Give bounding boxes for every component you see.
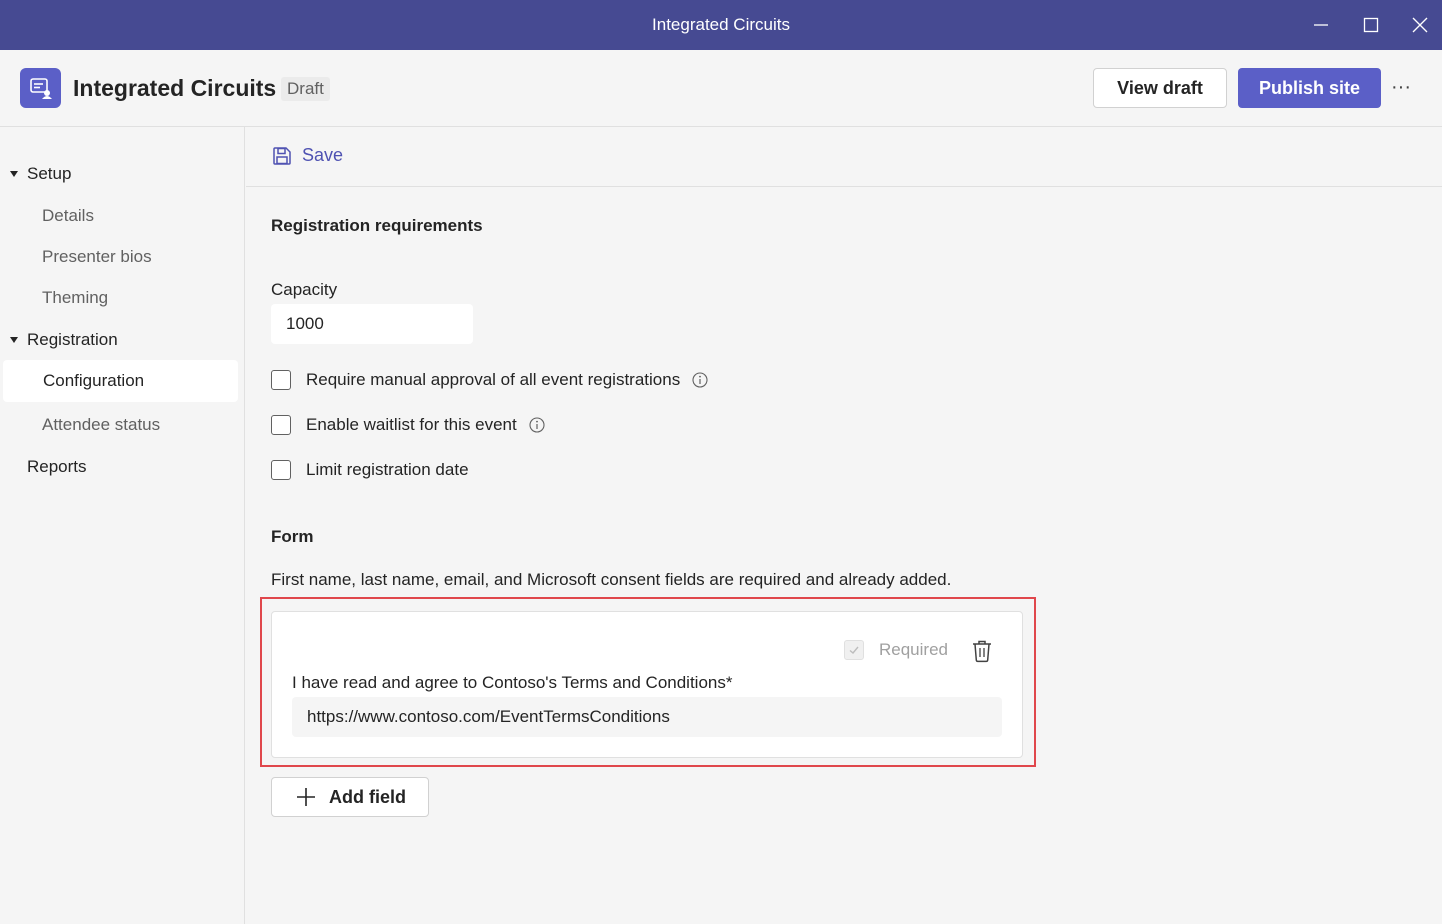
- title-bar: Integrated Circuits: [0, 0, 1442, 50]
- capacity-input[interactable]: [271, 304, 473, 344]
- required-label: Required: [879, 640, 948, 659]
- save-label: Save: [302, 145, 344, 165]
- minimize-icon: [1314, 24, 1328, 26]
- close-icon: [1412, 17, 1428, 33]
- waitlist-checkbox[interactable]: [271, 415, 291, 435]
- main-content: Save Registration requirements Capacity …: [246, 127, 1442, 924]
- close-button[interactable]: [1405, 10, 1435, 40]
- waitlist-option: Enable waitlist for this event: [271, 415, 545, 435]
- sidebar-item-reports[interactable]: Reports: [27, 457, 87, 477]
- manual-approval-label: Require manual approval of all event reg…: [306, 370, 681, 389]
- window-title: Integrated Circuits: [652, 15, 790, 34]
- required-checkbox: [844, 640, 864, 660]
- waitlist-label: Enable waitlist for this event: [306, 415, 517, 434]
- nav-group-registration[interactable]: Registration: [10, 330, 118, 350]
- manual-approval-checkbox[interactable]: [271, 370, 291, 390]
- sidebar-item-theming[interactable]: Theming: [42, 288, 108, 308]
- custom-field-card: Required I have read and agree to Contos…: [271, 611, 1023, 758]
- terms-question-label: I have read and agree to Contoso's Terms…: [292, 673, 733, 692]
- form-description: First name, last name, email, and Micros…: [271, 570, 952, 589]
- event-app-icon: [29, 78, 52, 99]
- terms-url-input[interactable]: [292, 697, 1002, 737]
- limit-date-checkbox[interactable]: [271, 460, 291, 480]
- view-draft-button[interactable]: View draft: [1093, 68, 1227, 108]
- sidebar-item-configuration[interactable]: Configuration: [3, 360, 238, 402]
- app-logo: [20, 68, 61, 108]
- sidebar-item-attendee-status[interactable]: Attendee status: [42, 415, 160, 435]
- capacity-label: Capacity: [271, 280, 338, 299]
- add-field-button[interactable]: Add field: [271, 777, 429, 817]
- limit-date-label: Limit registration date: [306, 460, 469, 479]
- limit-date-option: Limit registration date: [271, 460, 469, 480]
- app-header: Integrated Circuits Draft View draft Pub…: [0, 50, 1442, 127]
- more-options-button[interactable]: ···: [1386, 72, 1416, 102]
- plus-icon: [297, 788, 315, 806]
- caret-down-icon: [10, 171, 18, 177]
- checkmark-icon: [849, 646, 859, 654]
- nav-group-label: Setup: [27, 164, 72, 183]
- info-icon[interactable]: [692, 372, 708, 388]
- add-field-label: Add field: [329, 786, 406, 807]
- status-badge: Draft: [281, 77, 330, 101]
- nav-group-label: Registration: [27, 330, 118, 349]
- app-name: Integrated Circuits: [73, 75, 277, 101]
- save-button[interactable]: Save: [272, 145, 343, 166]
- sidebar-item-presenter-bios[interactable]: Presenter bios: [42, 247, 152, 267]
- maximize-icon: [1363, 17, 1379, 33]
- info-icon[interactable]: [529, 417, 545, 433]
- trash-icon[interactable]: [971, 639, 993, 663]
- minimize-button[interactable]: [1306, 10, 1336, 40]
- form-heading: Form: [271, 527, 314, 546]
- registration-requirements-heading: Registration requirements: [271, 216, 483, 235]
- publish-site-button[interactable]: Publish site: [1238, 68, 1381, 108]
- manual-approval-option: Require manual approval of all event reg…: [271, 370, 708, 390]
- more-icon: ···: [1391, 75, 1411, 98]
- save-icon: [273, 146, 291, 165]
- sidebar: Setup Details Presenter bios Theming Reg…: [0, 127, 245, 924]
- toolbar: Save: [246, 127, 1442, 187]
- nav-group-setup[interactable]: Setup: [10, 164, 71, 184]
- caret-down-icon: [10, 337, 18, 343]
- maximize-button[interactable]: [1356, 10, 1386, 40]
- sidebar-item-details[interactable]: Details: [42, 206, 94, 226]
